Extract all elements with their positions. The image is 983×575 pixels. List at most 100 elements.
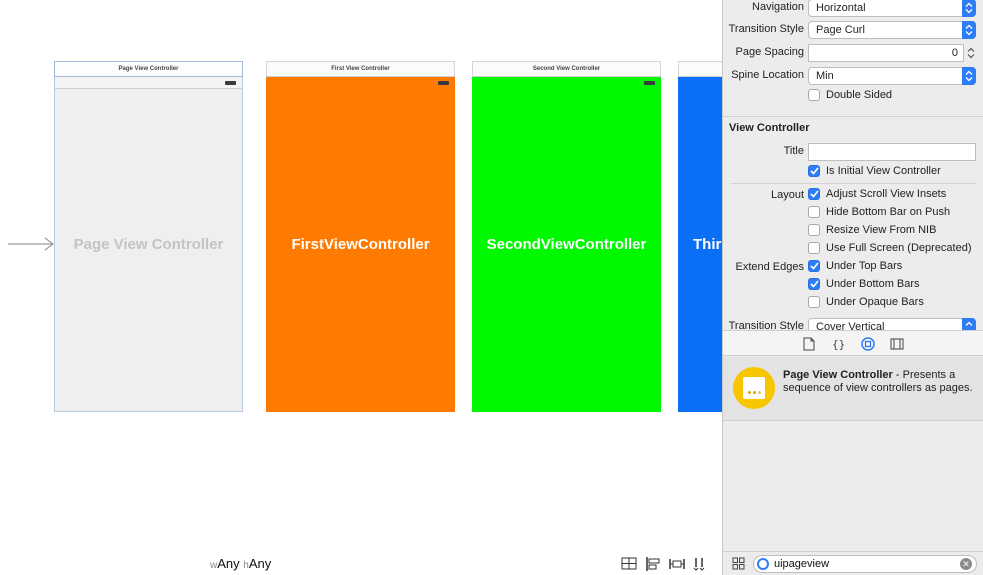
title-label: Title — [783, 145, 804, 157]
layout-label: Layout — [770, 189, 804, 201]
extend-edges-row-3: Under Opaque Bars — [723, 295, 983, 313]
storyboard-canvas[interactable]: Page View Controller Page View Controlle… — [0, 0, 722, 575]
library-item-name: Page View Controller — [783, 369, 893, 381]
navigation-row: Navigation Horizontal — [723, 0, 983, 17]
clear-icon[interactable]: ✕ — [960, 558, 972, 570]
navigation-value: Horizontal — [816, 2, 866, 14]
popup-chevron-icon — [962, 21, 976, 39]
row-divider — [731, 183, 976, 184]
pin-icon[interactable] — [668, 556, 685, 571]
scene-label: Page View Controller — [73, 235, 224, 253]
status-bar — [55, 77, 242, 89]
scene-title[interactable]: Page View Controller — [54, 61, 243, 77]
transition-style-row: Transition Style Page Curl — [723, 21, 983, 39]
scene-title[interactable]: First View Controller — [266, 61, 455, 77]
use-full-screen-checkbox[interactable]: Use Full Screen (Deprecated) — [808, 242, 972, 254]
spine-location-popup[interactable]: Min — [808, 67, 976, 85]
scene-view[interactable]: SecondViewController — [472, 77, 661, 412]
adjust-scroll-insets-checkbox[interactable]: Adjust Scroll View Insets — [808, 188, 946, 200]
resolve-issues-icon[interactable] — [692, 556, 709, 571]
is-initial-row: Is Initial View Controller — [723, 164, 983, 182]
library-item-description: Page View Controller - Presents a sequen… — [783, 369, 975, 395]
checkbox-label: Under Opaque Bars — [826, 296, 924, 308]
size-class-control[interactable]: wAny hAny — [210, 556, 271, 571]
battery-icon — [644, 81, 655, 85]
page-spacing-value: 0 — [951, 47, 958, 59]
svg-text:{}: {} — [832, 338, 845, 351]
code-snippet-icon[interactable]: {} — [830, 336, 846, 352]
layout-row-2: Hide Bottom Bar on Push — [723, 205, 983, 223]
navigation-label: Navigation — [752, 1, 804, 13]
checkbox-box — [808, 224, 820, 236]
navigation-popup[interactable]: Horizontal — [808, 0, 976, 17]
filter-icon — [757, 558, 769, 570]
grid-view-icon[interactable] — [732, 557, 745, 573]
library-filter-bar: ✕ — [723, 551, 983, 575]
spine-location-value: Min — [816, 70, 834, 82]
initial-scene-arrow-icon — [8, 237, 54, 251]
vc-transition-style-label: Transition Style — [728, 320, 804, 330]
double-sided-row: Double Sided — [723, 88, 983, 106]
checkbox-label: Hide Bottom Bar on Push — [826, 206, 951, 218]
library-filter-input[interactable] — [774, 557, 954, 571]
extend-edges-row-1: Extend Edges Under Top Bars — [723, 259, 983, 277]
transition-style-value: Page Curl — [816, 24, 865, 36]
checkmark-icon — [808, 260, 820, 272]
scene-view[interactable]: Page View Controller — [54, 77, 243, 412]
checkmark-icon — [808, 278, 820, 290]
view-controller-section-title: View Controller — [729, 122, 810, 134]
library-filter-field[interactable]: ✕ — [753, 555, 977, 573]
hide-bottom-bar-checkbox[interactable]: Hide Bottom Bar on Push — [808, 206, 950, 218]
scene-third-view-controller[interactable]: Thir — [678, 61, 722, 412]
extend-edges-row-2: Under Bottom Bars — [723, 277, 983, 295]
page-spacing-stepper[interactable] — [966, 44, 976, 62]
library-tab-bar: {} — [723, 330, 983, 356]
checkbox-box — [808, 89, 820, 101]
spine-location-label: Spine Location — [731, 69, 804, 81]
file-template-icon[interactable] — [801, 336, 817, 352]
under-top-bars-checkbox[interactable]: Under Top Bars — [808, 260, 902, 272]
checkbox-label: Adjust Scroll View Insets — [826, 188, 947, 200]
scene-view[interactable]: Thir — [678, 77, 722, 412]
inspector-scroll-clip: Transition Style Cover Vertical — [723, 316, 983, 330]
checkmark-icon — [808, 165, 820, 177]
double-sided-checkbox[interactable]: Double Sided — [808, 89, 892, 101]
media-library-icon[interactable] — [889, 336, 905, 352]
resize-from-nib-checkbox[interactable]: Resize View From NIB — [808, 224, 936, 236]
is-initial-checkbox[interactable]: Is Initial View Controller — [808, 165, 941, 177]
title-field[interactable] — [808, 143, 976, 161]
status-bar — [472, 77, 661, 89]
page-spacing-field[interactable]: 0 — [808, 44, 964, 62]
scene-title[interactable] — [678, 61, 722, 77]
canvas-toolbar — [620, 556, 709, 571]
scene-first-view-controller[interactable]: First View Controller FirstViewControlle… — [266, 61, 455, 412]
vc-transition-style-row: Transition Style Cover Vertical — [723, 318, 983, 330]
scene-label: SecondViewController — [486, 236, 647, 253]
transition-style-popup[interactable]: Page Curl — [808, 21, 976, 39]
battery-icon — [438, 81, 449, 85]
scene-label: FirstViewController — [291, 236, 430, 253]
checkbox-label: Under Top Bars — [826, 260, 903, 272]
checkbox-label: Use Full Screen (Deprecated) — [826, 242, 972, 254]
scene-title[interactable]: Second View Controller — [472, 61, 661, 77]
popup-chevron-icon — [962, 0, 976, 17]
under-bottom-bars-checkbox[interactable]: Under Bottom Bars — [808, 278, 920, 290]
library-item-page-view-controller[interactable]: Page View Controller - Presents a sequen… — [723, 357, 983, 421]
object-library-icon[interactable] — [860, 336, 876, 352]
scene-page-view-controller[interactable]: Page View Controller Page View Controlle… — [54, 61, 243, 412]
scene-second-view-controller[interactable]: Second View Controller SecondViewControl… — [472, 61, 661, 412]
battery-icon — [225, 81, 236, 85]
size-class-width: Any — [217, 556, 240, 571]
attributes-inspector: Navigation Horizontal Transition Style P… — [722, 0, 983, 575]
transition-style-label: Transition Style — [728, 23, 804, 35]
stack-icon[interactable] — [620, 556, 637, 571]
page-spacing-row: Page Spacing 0 — [723, 44, 983, 62]
under-opaque-bars-checkbox[interactable]: Under Opaque Bars — [808, 296, 924, 308]
size-class-height: Any — [248, 556, 272, 571]
popup-chevron-icon — [962, 67, 976, 85]
vc-transition-style-popup[interactable]: Cover Vertical — [808, 318, 976, 330]
extend-edges-label: Extend Edges — [735, 261, 805, 273]
checkmark-icon — [808, 188, 820, 200]
align-icon[interactable] — [644, 556, 661, 571]
scene-view[interactable]: FirstViewController — [266, 77, 455, 412]
